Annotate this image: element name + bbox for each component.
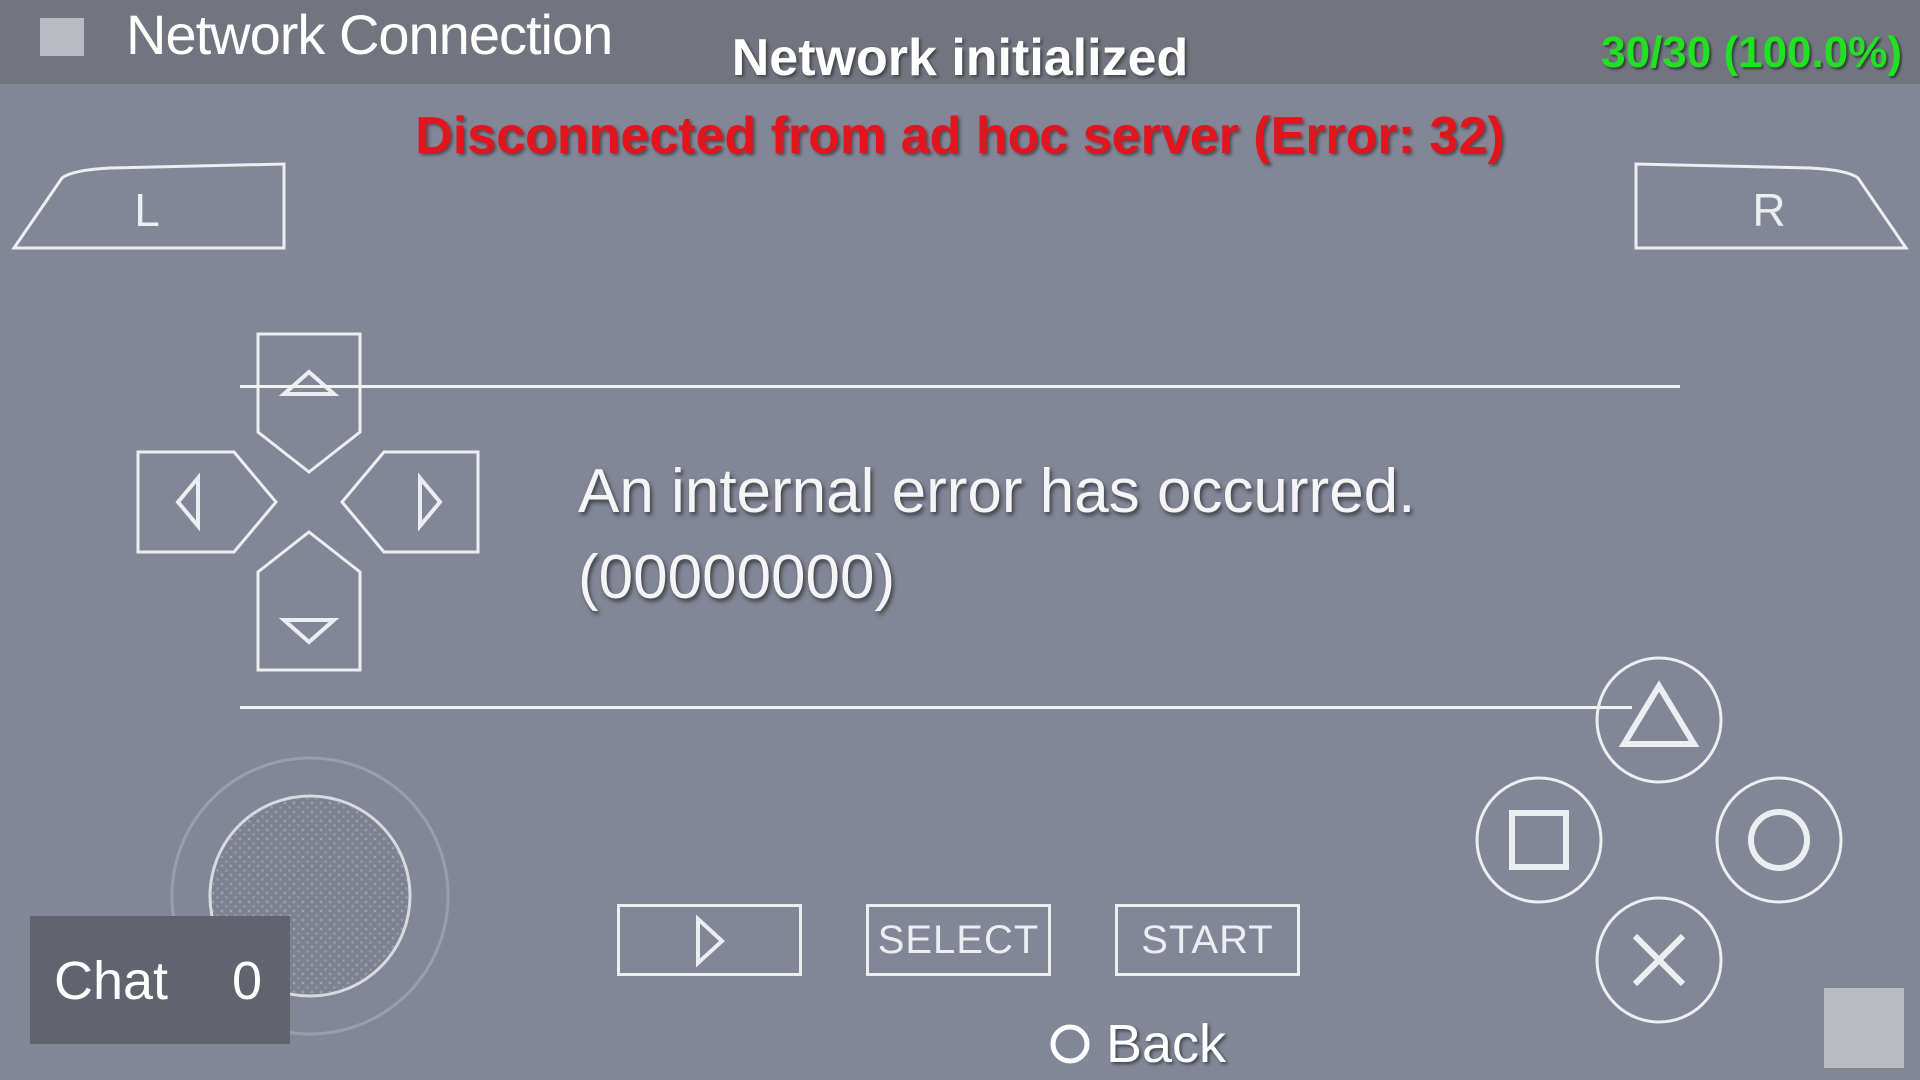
face-buttons[interactable] bbox=[1468, 654, 1858, 1034]
chat-label: Chat bbox=[54, 951, 169, 1011]
circle-button bbox=[1715, 776, 1843, 904]
corner-square-icon[interactable] bbox=[1824, 988, 1904, 1068]
dialog-bottom-divider bbox=[240, 706, 1632, 709]
dpad-left-icon bbox=[175, 472, 200, 532]
dpad-up-icon bbox=[278, 369, 340, 396]
chat-button[interactable]: Chat 0 bbox=[30, 916, 290, 1044]
r-shoulder-label: R bbox=[1752, 184, 1785, 236]
r-shoulder-button[interactable]: R bbox=[1634, 160, 1914, 252]
chat-count: 0 bbox=[231, 951, 262, 1011]
triangle-icon bbox=[1618, 680, 1700, 747]
play-arrow-icon bbox=[695, 914, 725, 968]
dpad[interactable] bbox=[130, 330, 490, 686]
fast-forward-button[interactable] bbox=[617, 904, 802, 976]
start-button[interactable]: START bbox=[1115, 904, 1300, 976]
back-hint[interactable]: Back bbox=[1048, 1010, 1226, 1078]
cross-icon bbox=[1632, 933, 1686, 987]
error-code: (00000000) bbox=[578, 543, 896, 612]
square-icon bbox=[1509, 810, 1569, 870]
notification-error: Disconnected from ad hoc server (Error: … bbox=[415, 107, 1505, 165]
square-button bbox=[1475, 776, 1603, 904]
circle-icon bbox=[1748, 809, 1810, 871]
fps-counter: 30/30 (100.0%) bbox=[1601, 28, 1902, 77]
l-shoulder-button[interactable]: L bbox=[10, 160, 290, 252]
dpad-left-button bbox=[136, 450, 278, 554]
triangle-button bbox=[1595, 656, 1723, 784]
error-message: An internal error has occurred. bbox=[578, 457, 1416, 526]
circle-icon bbox=[1050, 1024, 1090, 1064]
select-button[interactable]: SELECT bbox=[866, 904, 1051, 976]
dpad-up-button bbox=[256, 332, 362, 474]
dpad-right-button bbox=[340, 450, 480, 554]
l-shoulder-label: L bbox=[134, 184, 160, 236]
back-label: Back bbox=[1106, 1014, 1227, 1074]
dpad-right-icon bbox=[418, 472, 443, 532]
dialog-top-divider bbox=[240, 385, 1680, 388]
dpad-down-icon bbox=[278, 618, 340, 645]
dpad-down-button bbox=[256, 530, 362, 672]
